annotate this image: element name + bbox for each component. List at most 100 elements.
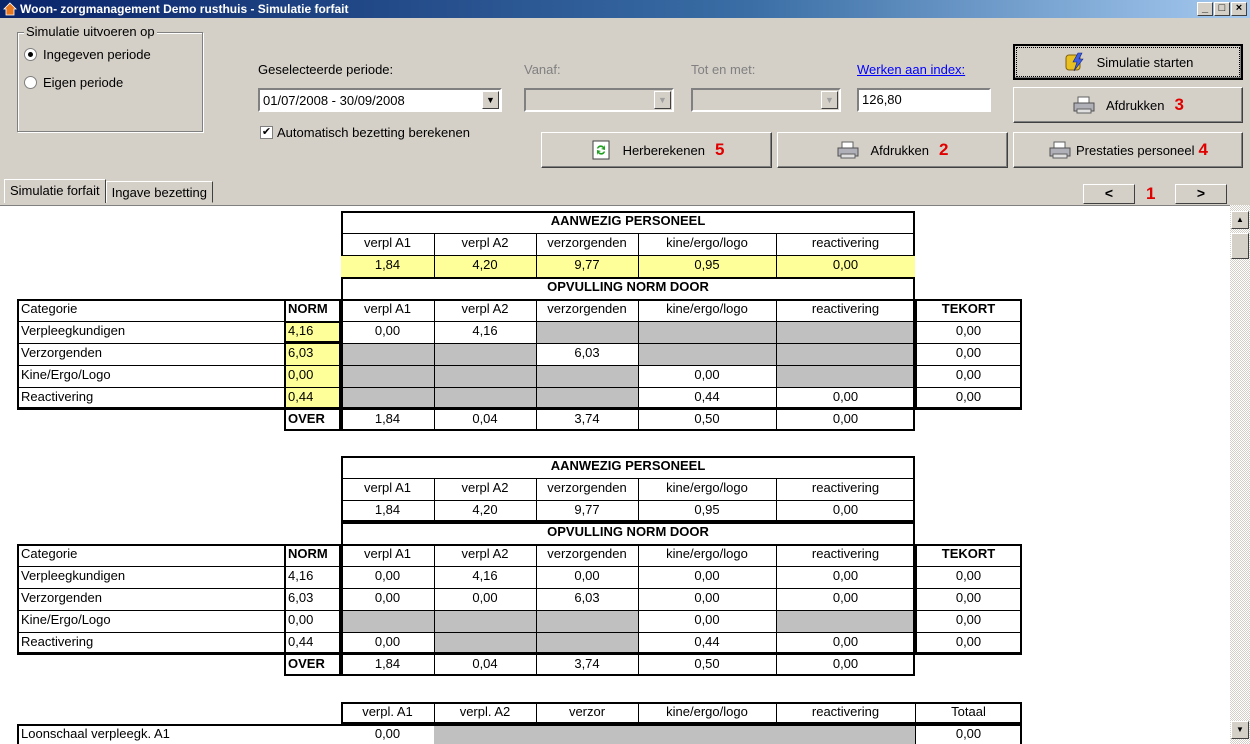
staff-col-header: verpl A1	[364, 480, 411, 495]
grid-line	[434, 478, 435, 522]
radio-ingegeven-periode[interactable]: Ingegeven periode	[24, 47, 151, 62]
printer-icon	[837, 141, 859, 159]
staff-col-header: kine/ergo/logo	[666, 480, 748, 495]
grid-line	[536, 233, 537, 277]
staff-col-header: verpl A2	[461, 480, 509, 495]
grid-line	[638, 544, 639, 676]
grid-line	[638, 478, 639, 522]
simulatie-starten-label: Simulatie starten	[1096, 54, 1194, 70]
afdrukken-button-3[interactable]: Afdrukken 3	[1013, 87, 1243, 123]
grid-line	[284, 654, 915, 655]
scroll-down-icon[interactable]: ▼	[1231, 721, 1249, 739]
grid-line	[17, 321, 1022, 322]
previous-button[interactable]: <	[1083, 184, 1135, 204]
lightning-drum-icon	[1065, 52, 1084, 72]
radio-label-ingegeven: Ingegeven periode	[43, 47, 151, 62]
header-panel: Simulatie uitvoeren op Ingegeven periode…	[0, 18, 1250, 178]
grid-line	[341, 255, 915, 256]
chevron-down-icon[interactable]: ▼	[482, 91, 499, 109]
table3-header-border	[341, 702, 1022, 724]
aanwezig-value: 4,20	[472, 502, 498, 517]
chevron-down-icon[interactable]: ▼	[821, 91, 838, 109]
printer-icon	[1073, 96, 1095, 114]
aanwezig-header: AANWEZIG PERSONEEL	[550, 458, 706, 473]
simulatie-group-title: Simulatie uitvoeren op	[24, 24, 157, 39]
staff-col-header: kine/ergo/logo	[666, 235, 748, 250]
grid-line	[17, 566, 1022, 567]
category-block-border	[17, 299, 1022, 409]
totenmet-select[interactable]: ▼	[691, 88, 841, 112]
herberekenen-button[interactable]: Herberekenen 5	[541, 132, 772, 168]
aanwezig-value: 4,20	[434, 255, 536, 277]
grid-line	[17, 588, 1022, 589]
radio-eigen-periode[interactable]: Eigen periode	[24, 75, 123, 90]
aanwezig-value: 0,95	[638, 255, 776, 277]
scroll-up-icon[interactable]: ▲	[1231, 211, 1249, 229]
grid-line	[536, 478, 537, 522]
periode-value: 01/07/2008 - 30/09/2008	[263, 93, 405, 108]
grid-line	[776, 478, 777, 522]
afdrukken-2-label: Afdrukken	[870, 142, 930, 158]
chevron-down-icon[interactable]: ▼	[654, 91, 671, 109]
grid-line	[341, 500, 915, 501]
close-button[interactable]: ×	[1231, 2, 1247, 16]
printer-icon	[1049, 141, 1071, 159]
aanwezig-value: 0,00	[776, 255, 915, 277]
staff-col-header: verpl A1	[364, 235, 411, 250]
index-field[interactable]: 126,80	[857, 88, 991, 112]
grid-line	[638, 299, 639, 431]
next-button[interactable]: >	[1175, 184, 1227, 204]
minimize-button[interactable]: _	[1197, 2, 1213, 16]
grid-line	[638, 233, 639, 277]
grid-line	[434, 544, 435, 676]
aanwezig-value: 9,77	[536, 255, 638, 277]
table3-row-border	[17, 724, 1022, 744]
tekort-column-border	[915, 544, 1022, 654]
annotation-number-1: 1	[1146, 184, 1156, 203]
simulatie-starten-button[interactable]: Simulatie starten	[1013, 44, 1243, 80]
window-title: Woon- zorgmanagement Demo rusthuis - Sim…	[20, 2, 349, 16]
tab-simulatie-forfait[interactable]: Simulatie forfait	[4, 179, 106, 203]
maximize-button[interactable]: □	[1214, 2, 1230, 16]
grid-line	[17, 610, 1022, 611]
auto-bezetting-checkbox[interactable]: ✔ Automatisch bezetting berekenen	[260, 125, 470, 140]
vanaf-select[interactable]: ▼	[524, 88, 674, 112]
werken-aan-index-link[interactable]: Werken aan index:	[857, 62, 965, 77]
staff-col-header: reactivering	[811, 480, 880, 495]
category-block-border	[17, 544, 1022, 654]
aanwezig-value: 1,84	[374, 502, 401, 517]
prestaties-personeel-label: Prestaties personeel	[1076, 142, 1195, 158]
periode-select[interactable]: 01/07/2008 - 30/09/2008 ▼	[258, 88, 502, 112]
staff-col-header: verzorgenden	[547, 235, 627, 250]
norm-focus-box	[284, 321, 341, 343]
grid-line	[341, 233, 915, 234]
checkbox-checked-icon[interactable]: ✔	[260, 126, 273, 139]
simulatie-group: Simulatie uitvoeren op Ingegeven periode…	[17, 24, 203, 132]
vertical-scrollbar[interactable]: ▲ ▼	[1230, 205, 1250, 744]
scroll-thumb[interactable]	[1231, 233, 1249, 259]
grid-line	[341, 478, 915, 479]
prestaties-personeel-button[interactable]: Prestaties personeel 4	[1013, 132, 1243, 168]
title-bar: Woon- zorgmanagement Demo rusthuis - Sim…	[0, 0, 1250, 18]
radio-label-eigen: Eigen periode	[43, 75, 124, 90]
annotation-number-3: 3	[1174, 95, 1184, 114]
house-icon	[3, 2, 17, 16]
grid-line	[536, 544, 537, 676]
staff-col-header: reactivering	[811, 235, 880, 250]
grid-line	[434, 299, 435, 431]
radio-unselected-icon[interactable]	[24, 76, 37, 89]
herberekenen-label: Herberekenen	[622, 142, 705, 158]
staff-col-header: verzorgenden	[547, 480, 627, 495]
grid-line	[17, 343, 1022, 344]
aanwezig-value: 1,84	[341, 255, 434, 277]
radio-selected-icon[interactable]	[24, 48, 37, 61]
grid-line	[17, 387, 1022, 388]
afdrukken-button-2[interactable]: Afdrukken 2	[777, 132, 1008, 168]
grid-line	[776, 233, 777, 277]
tab-ingave-bezetting[interactable]: Ingave bezetting	[105, 181, 213, 203]
periode-label: Geselecteerde periode:	[258, 62, 394, 77]
aanwezig-header: AANWEZIG PERSONEEL	[550, 213, 706, 228]
afdrukken-3-label: Afdrukken	[1105, 97, 1165, 113]
aanwezig-value: 0,00	[832, 502, 859, 517]
grid-line	[17, 632, 1022, 633]
